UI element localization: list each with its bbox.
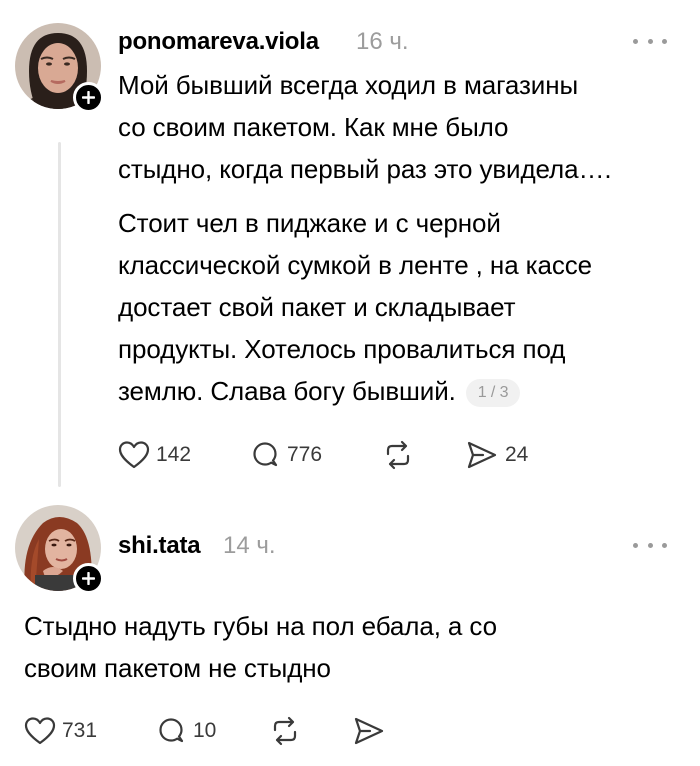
page-indicator[interactable]: 1 / 3 <box>465 379 521 407</box>
heart-icon <box>118 440 150 470</box>
reply-button[interactable]: 776 <box>249 437 322 473</box>
repost-button[interactable] <box>268 713 302 749</box>
follow-plus-icon[interactable] <box>73 563 104 594</box>
share-button[interactable]: 24 <box>465 437 528 473</box>
repost-button[interactable] <box>381 437 415 473</box>
post-paragraph-1: Мой бывший всегда ходил в магазины со св… <box>118 64 612 190</box>
like-count: 142 <box>156 443 192 466</box>
text-line: со своим пакетом. Как мне было <box>118 112 509 142</box>
post-paragraph-2: Стоит чел в пиджаке и с черной классичес… <box>118 202 592 412</box>
like-button[interactable]: 142 <box>118 437 191 473</box>
share-button[interactable] <box>352 713 386 749</box>
more-icon[interactable] <box>633 537 667 553</box>
text-line: достает свой пакет и складывает <box>118 292 516 322</box>
text-line: Стыдно надуть губы на пол ебала, а со <box>24 611 497 641</box>
reply-count: 10 <box>193 719 217 742</box>
share-icon <box>465 439 499 471</box>
reply-username[interactable]: shi.tata <box>118 532 201 560</box>
comment-icon <box>155 715 187 747</box>
text-line: стыдно, когда первый раз это увидела…. <box>118 154 612 184</box>
reply-time: 14 ч. <box>223 532 276 559</box>
text-line: своим пакетом не стыдно <box>24 653 331 683</box>
repost-icon <box>268 715 302 747</box>
reply-count: 776 <box>287 443 323 466</box>
text-line: Стоит чел в пиджаке и с черной <box>118 208 501 238</box>
heart-icon <box>24 716 56 746</box>
share-icon <box>352 715 386 747</box>
share-count: 24 <box>505 443 529 466</box>
like-count: 731 <box>62 719 98 742</box>
follow-plus-icon[interactable] <box>73 82 104 113</box>
text-line: Мой бывший всегда ходил в магазины <box>118 70 579 100</box>
text-line: землю. Слава богу бывший. <box>118 376 456 406</box>
repost-icon <box>381 439 415 471</box>
text-line: продукты. Хотелось провалиться под <box>118 334 566 364</box>
like-button[interactable]: 731 <box>24 713 97 749</box>
post-time: 16 ч. <box>356 28 409 55</box>
reply-button[interactable]: 10 <box>155 713 216 749</box>
reply-paragraph: Стыдно надуть губы на пол ебала, а со св… <box>24 605 497 689</box>
text-line: классической сумкой в ленте , на кассе <box>118 250 593 280</box>
more-icon[interactable] <box>633 33 667 49</box>
post-username[interactable]: ponomareva.viola <box>118 28 319 56</box>
thread-line <box>58 142 61 487</box>
comment-icon <box>249 439 281 471</box>
